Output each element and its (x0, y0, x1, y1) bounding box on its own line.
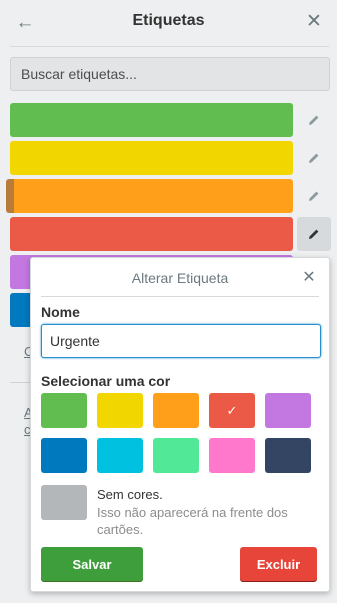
label-row[interactable] (6, 179, 293, 213)
no-color-title: Sem cores. (97, 487, 163, 502)
label-row-stripe (6, 179, 14, 213)
color-swatch-purple[interactable] (265, 393, 311, 428)
color-swatch-black[interactable] (265, 438, 311, 473)
edit-label-popover: Alterar Etiqueta ✕ Nome Selecionar uma c… (30, 257, 330, 592)
edit-label-button[interactable] (297, 141, 331, 175)
header-divider (10, 46, 329, 47)
name-field-label: Nome (41, 304, 80, 320)
label-name-input[interactable] (41, 324, 321, 358)
color-swatch-orange[interactable] (153, 393, 199, 428)
label-row[interactable] (10, 217, 293, 251)
search-labels-input[interactable] (10, 57, 330, 91)
color-swatch-lime[interactable] (153, 438, 199, 473)
no-color-swatch[interactable] (41, 485, 87, 520)
header: ← Etiquetas ✕ (0, 0, 337, 46)
pencil-icon (309, 115, 319, 125)
pencil-icon (309, 153, 319, 163)
color-swatch-pink[interactable] (209, 438, 255, 473)
no-color-description: Isso não aparecerá na frente dos cartões… (97, 505, 288, 537)
color-swatch-sky[interactable] (97, 438, 143, 473)
color-swatch-green[interactable] (41, 393, 87, 428)
edit-label-button[interactable] (297, 179, 331, 213)
label-row[interactable] (10, 141, 293, 175)
color-swatch-yellow[interactable] (97, 393, 143, 428)
color-swatch-blue[interactable] (41, 438, 87, 473)
save-button[interactable]: Salvar (41, 547, 143, 581)
popover-title: Alterar Etiqueta (131, 270, 229, 286)
color-picker-label: Selecionar uma cor (41, 373, 171, 389)
color-swatch-red[interactable]: ✓ (209, 393, 255, 428)
edit-label-button[interactable] (297, 217, 331, 251)
panel-title: Etiquetas (132, 12, 205, 29)
popover-divider (41, 296, 319, 297)
close-icon[interactable]: ✕ (303, 11, 325, 33)
delete-button[interactable]: Excluir (240, 547, 317, 581)
popover-close-icon[interactable]: ✕ (299, 268, 319, 288)
edit-label-button[interactable] (297, 103, 331, 137)
pencil-icon (309, 229, 319, 239)
check-icon: ✓ (226, 402, 238, 418)
pencil-icon (309, 191, 319, 201)
label-row[interactable] (10, 103, 293, 137)
